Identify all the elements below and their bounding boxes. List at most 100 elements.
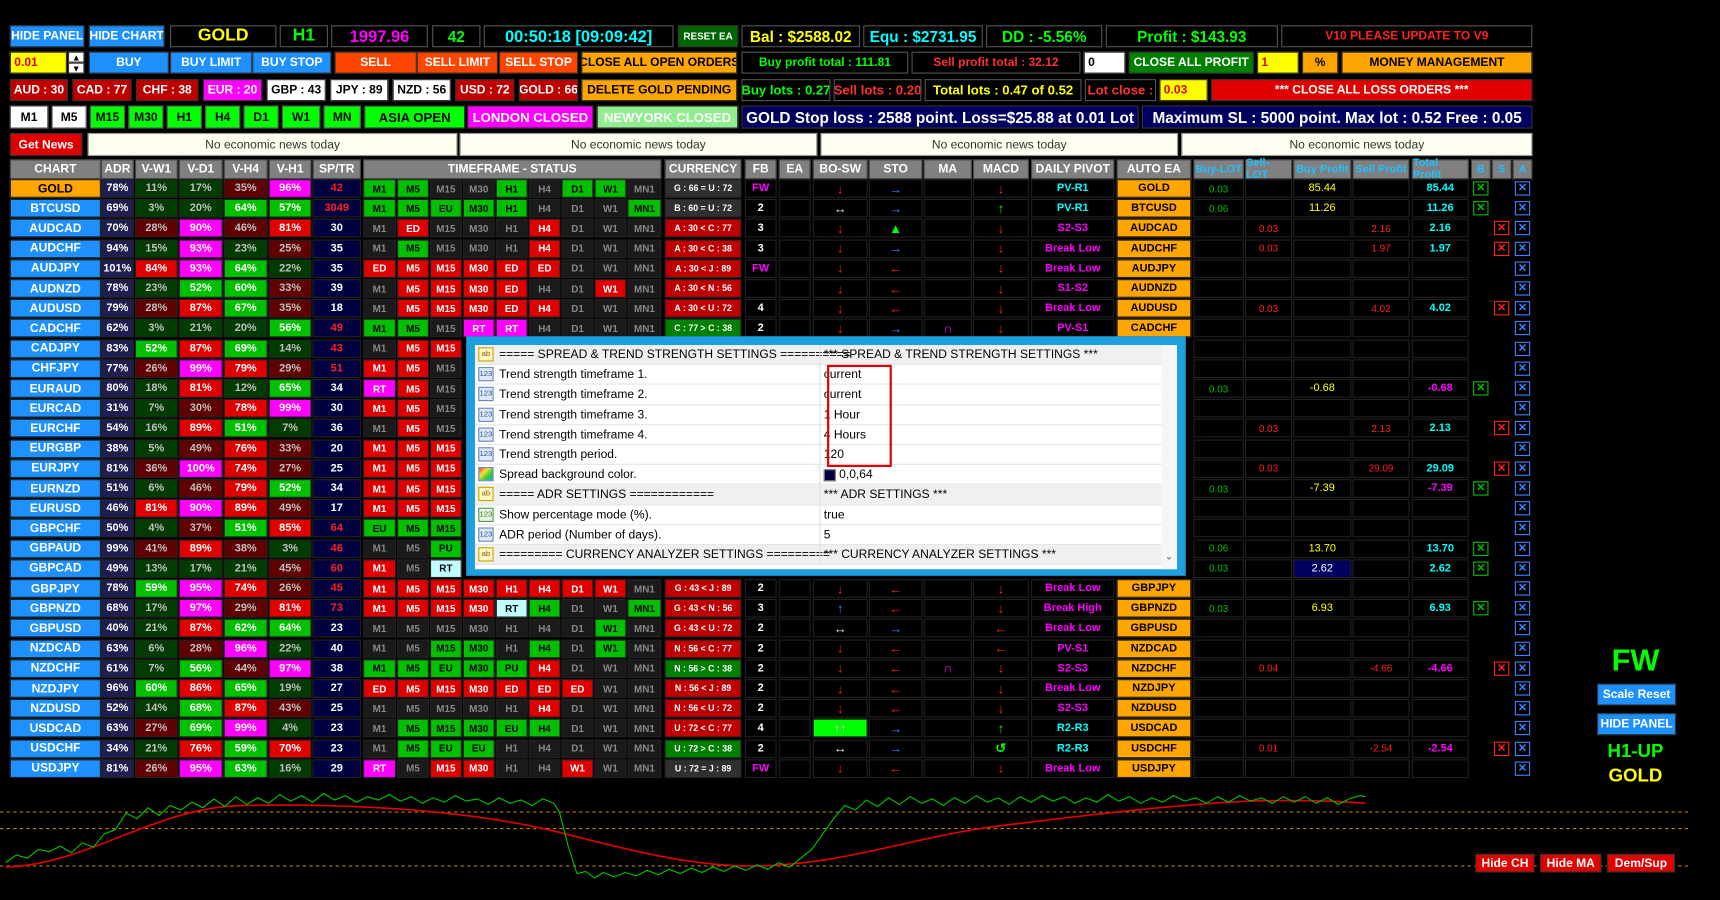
auto-ea-button[interactable]: AUDNZD [1116, 279, 1192, 298]
all-close-icon[interactable]: ✕ [1514, 181, 1531, 196]
tf-button-h1[interactable]: H1 [166, 105, 202, 129]
all-close-icon[interactable]: ✕ [1514, 621, 1531, 636]
get-news-button[interactable]: Get News [9, 132, 83, 157]
chart-symbol-button[interactable]: NZDCHF [9, 659, 101, 678]
close-all-open-orders-button[interactable]: CLOSE ALL OPEN ORDERS [581, 51, 738, 74]
all-close-icon[interactable]: ✕ [1514, 561, 1531, 576]
all-close-icon[interactable]: ✕ [1514, 541, 1531, 556]
chart-symbol-button[interactable]: NZDJPY [9, 679, 101, 698]
dialog-row[interactable]: 123 Trend strength timeframe 3. 1 Hour [474, 405, 1162, 426]
auto-ea-button[interactable]: AUDUSD [1116, 299, 1192, 318]
sell-button[interactable]: SELL [334, 51, 417, 74]
all-close-icon[interactable]: ✕ [1514, 361, 1531, 376]
all-close-icon[interactable]: ✕ [1514, 261, 1531, 276]
percent-input[interactable]: 1 [1257, 51, 1299, 74]
buy-button[interactable]: BUY [88, 51, 169, 74]
dialog-row[interactable]: 123 Show percentage mode (%). true [474, 505, 1162, 526]
auto-ea-button[interactable]: NZDJPY [1116, 679, 1192, 698]
all-close-icon[interactable]: ✕ [1514, 421, 1531, 436]
all-close-icon[interactable]: ✕ [1514, 461, 1531, 476]
chart-symbol-button[interactable]: AUDNZD [9, 279, 101, 298]
tf-button-m5[interactable]: M5 [51, 105, 87, 129]
buy-close-icon[interactable]: ✕ [1473, 201, 1489, 216]
auto-ea-button[interactable]: AUDCAD [1116, 219, 1192, 238]
dialog-row[interactable]: 123 Trend strength timeframe 1. current [474, 365, 1162, 386]
chart-symbol-button[interactable]: EURAUD [9, 379, 101, 398]
reset-ea-button[interactable]: RESET EA [677, 25, 739, 48]
tf-button-w1[interactable]: W1 [281, 105, 321, 129]
all-close-icon[interactable]: ✕ [1514, 441, 1531, 456]
dialog-row[interactable]: Spread background color. 0,0,64 [474, 465, 1162, 486]
auto-ea-button[interactable]: GBPNZD [1116, 599, 1192, 618]
all-close-icon[interactable]: ✕ [1514, 321, 1531, 336]
dialog-row[interactable]: 123 ADR period (Number of days). 5 [474, 525, 1162, 546]
auto-ea-button[interactable]: NZDUSD [1116, 699, 1192, 718]
chart-symbol-button[interactable]: AUDCAD [9, 219, 101, 238]
buy-close-icon[interactable]: ✕ [1473, 381, 1489, 396]
all-close-icon[interactable]: ✕ [1514, 241, 1531, 256]
buy-stop-button[interactable]: BUY STOP [252, 51, 332, 74]
lot-down-icon[interactable]: ▼ [68, 62, 85, 74]
buy-close-icon[interactable]: ✕ [1473, 481, 1489, 496]
auto-ea-button[interactable]: BTCUSD [1116, 199, 1192, 218]
hide-ch-button[interactable]: Hide CH [1475, 853, 1535, 873]
chart-symbol-button[interactable]: EURCAD [9, 399, 101, 418]
auto-ea-button[interactable]: CADCHF [1116, 319, 1192, 338]
auto-ea-button[interactable]: GBPUSD [1116, 619, 1192, 638]
dialog-row[interactable]: 123 Trend strength timeframe 2. current [474, 385, 1162, 406]
sell-close-icon[interactable]: ✕ [1493, 221, 1510, 236]
tf-button-m30[interactable]: M30 [128, 105, 164, 129]
chart-symbol-button[interactable]: EURCHF [9, 419, 101, 438]
auto-ea-button[interactable]: NZDCAD [1116, 639, 1192, 658]
delete-gold-pending-button[interactable]: DELETE GOLD PENDING [581, 79, 738, 102]
chart-symbol-button[interactable]: CADJPY [9, 339, 101, 358]
chart-symbol-button[interactable]: USDCHF [9, 739, 101, 758]
close-all-profit-button[interactable]: CLOSE ALL PROFIT [1128, 51, 1254, 74]
chart-symbol-button[interactable]: EURGBP [9, 439, 101, 458]
auto-ea-button[interactable]: AUDJPY [1116, 259, 1192, 278]
dialog-scrollbar[interactable]: ⌄ [1161, 345, 1177, 570]
chart-symbol-button[interactable]: AUDUSD [9, 299, 101, 318]
lot-size-input[interactable]: 0.01 [9, 51, 67, 74]
chart-symbol-button[interactable]: GOLD [9, 179, 101, 198]
chart-symbol-button[interactable]: USDJPY [9, 759, 101, 778]
tf-button-d1[interactable]: D1 [243, 105, 279, 129]
auto-ea-button[interactable]: NZDCHF [1116, 659, 1192, 678]
auto-ea-button[interactable]: USDJPY [1116, 759, 1192, 778]
hide-ma-button[interactable]: Hide MA [1540, 853, 1602, 873]
chart-symbol-button[interactable]: CADCHF [9, 319, 101, 338]
param-value[interactable]: *** ADR SETTINGS *** [824, 488, 947, 501]
param-value[interactable]: 5 [824, 528, 831, 541]
all-close-icon[interactable]: ✕ [1514, 281, 1531, 296]
all-close-icon[interactable]: ✕ [1514, 221, 1531, 236]
auto-ea-button[interactable]: USDCHF [1116, 739, 1192, 758]
all-close-icon[interactable]: ✕ [1514, 301, 1531, 316]
chart-symbol-button[interactable]: AUDJPY [9, 259, 101, 278]
param-value[interactable]: 0,0,64 [823, 468, 873, 482]
param-value[interactable]: *** SPREAD & TREND STRENGTH SETTINGS *** [824, 348, 1098, 361]
chart-symbol-button[interactable]: EURNZD [9, 479, 101, 498]
money-management-button[interactable]: MONEY MANAGEMENT [1341, 51, 1533, 74]
lot-close-input[interactable]: 0.03 [1159, 79, 1208, 102]
chart-symbol-button[interactable]: GBPNZD [9, 599, 101, 618]
close-all-loss-orders-button[interactable]: *** CLOSE ALL LOSS ORDERS *** [1210, 79, 1533, 102]
all-close-icon[interactable]: ✕ [1514, 721, 1531, 736]
chart-symbol-button[interactable]: GBPJPY [9, 579, 101, 598]
hide-chart-button[interactable]: HIDE CHART [88, 25, 165, 48]
sell-stop-button[interactable]: SELL STOP [499, 51, 579, 74]
all-close-icon[interactable]: ✕ [1514, 521, 1531, 536]
chart-symbol-button[interactable]: AUDCHF [9, 239, 101, 258]
chart-symbol-button[interactable]: GBPCHF [9, 519, 101, 538]
chart-symbol-button[interactable]: GBPAUD [9, 539, 101, 558]
dialog-row[interactable]: ab ===== ADR SETTINGS ============ *** ADR… [474, 485, 1162, 506]
chart-symbol-button[interactable]: NZDUSD [9, 699, 101, 718]
sell-close-icon[interactable]: ✕ [1493, 241, 1510, 256]
tf-button-m1[interactable]: M1 [9, 105, 49, 129]
chart-symbol-button[interactable]: USDCAD [9, 719, 101, 738]
chart-symbol-button[interactable]: NZDCAD [9, 639, 101, 658]
all-close-icon[interactable]: ✕ [1514, 401, 1531, 416]
param-value[interactable]: true [824, 508, 845, 521]
chart-symbol-button[interactable]: CHFJPY [9, 359, 101, 378]
buy-close-icon[interactable]: ✕ [1473, 541, 1489, 556]
all-close-icon[interactable]: ✕ [1514, 701, 1531, 716]
